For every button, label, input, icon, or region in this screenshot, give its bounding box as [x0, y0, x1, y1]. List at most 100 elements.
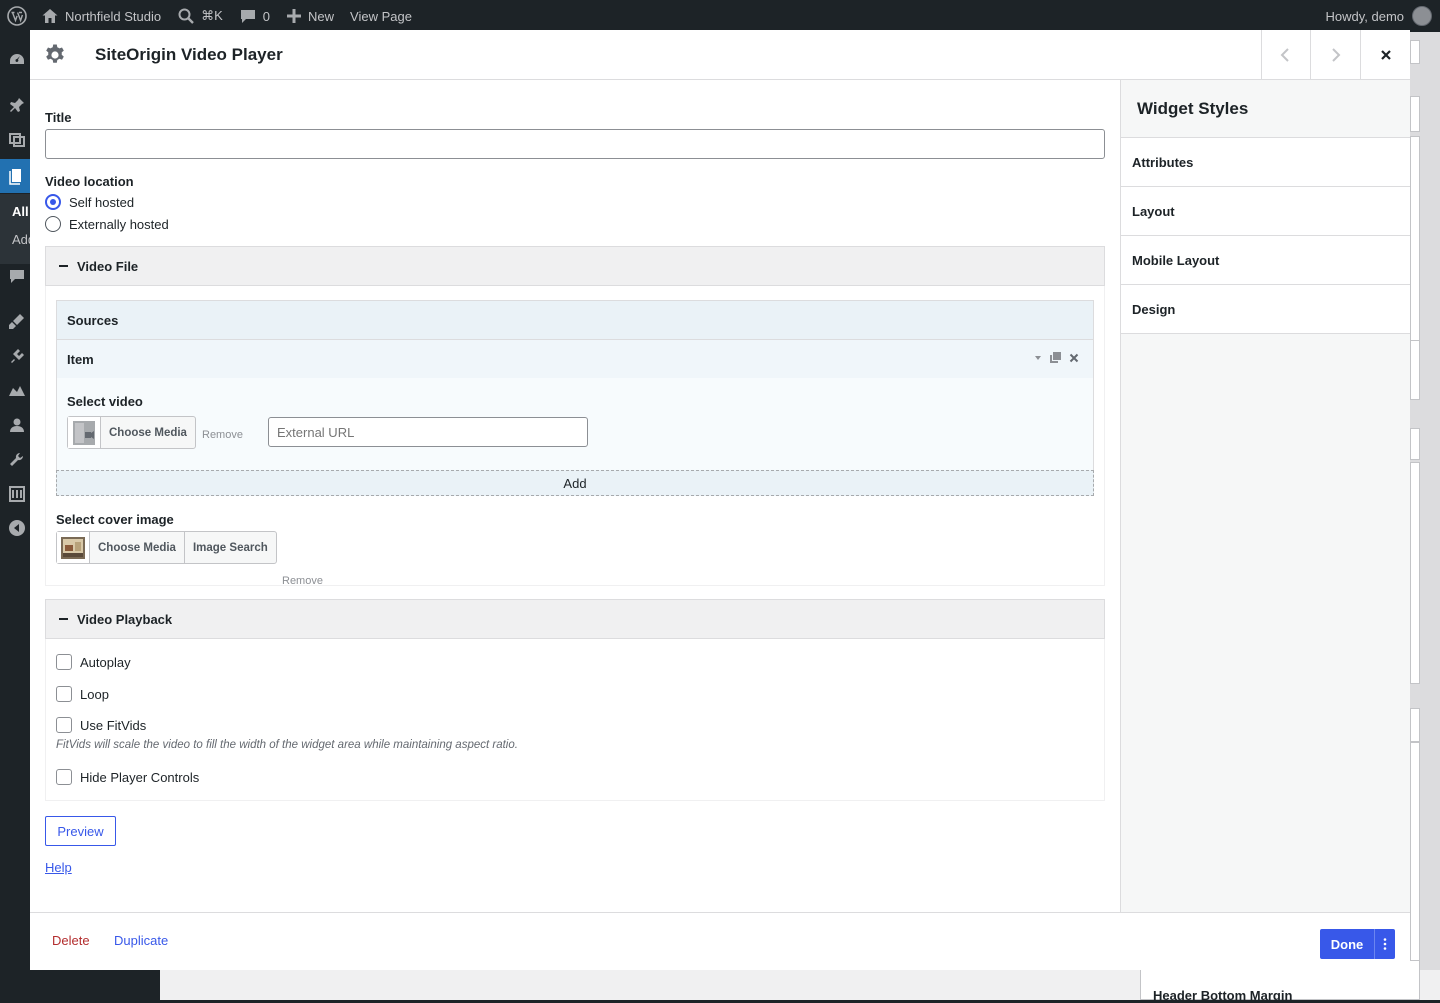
video-file-icon: [73, 420, 95, 445]
close-button[interactable]: [1360, 30, 1410, 79]
select-video-label: Select video: [67, 394, 143, 409]
plus-icon: [287, 9, 302, 23]
add-source-button[interactable]: Add: [56, 470, 1094, 496]
done-button[interactable]: Done: [1320, 929, 1374, 959]
new-label: New: [308, 8, 335, 24]
search-icon: [178, 8, 194, 24]
cover-media-selector: Choose Media Image Search: [56, 531, 277, 564]
duplicate-link[interactable]: Duplicate: [114, 933, 168, 948]
submenu-all[interactable]: All: [12, 204, 29, 219]
widget-styles-sidebar: Widget Styles Attributes Layout Mobile L…: [1120, 80, 1410, 912]
wordpress-logo[interactable]: [0, 0, 33, 32]
elements-icon[interactable]: [8, 382, 26, 400]
sidebar-item-design[interactable]: Design: [1121, 285, 1410, 334]
add-label: Add: [563, 475, 587, 491]
checkbox-label: Autoplay: [80, 654, 131, 670]
choose-media-button[interactable]: Choose Media: [101, 417, 195, 448]
radio-button-checked[interactable]: [45, 194, 61, 210]
cover-thumbnail: [57, 532, 90, 563]
dashboard-icon[interactable]: [8, 51, 26, 69]
dialog-footer: Delete Duplicate Done: [30, 912, 1410, 970]
user-menu[interactable]: Howdy, demo: [1325, 6, 1440, 26]
image-file-icon: [61, 536, 85, 559]
checkbox-label: Hide Player Controls: [80, 769, 200, 785]
kebab-menu-icon: [1383, 938, 1387, 950]
section-title: Video File: [77, 258, 139, 274]
plugins-icon[interactable]: [8, 347, 26, 365]
hide-controls-checkbox[interactable]: [56, 769, 72, 785]
bg-card: [1410, 40, 1420, 64]
choose-cover-media-button[interactable]: Choose Media: [90, 532, 185, 563]
video-thumbnail: [68, 417, 101, 448]
help-link[interactable]: Help: [45, 860, 72, 875]
external-url-input[interactable]: [268, 417, 588, 447]
video-media-selector: Choose Media: [67, 416, 196, 449]
radio-self-hosted[interactable]: Self hosted: [45, 194, 134, 210]
cover-image-label: Select cover image: [56, 512, 174, 527]
bg-card: [1410, 462, 1420, 684]
loop-option[interactable]: Loop: [56, 686, 109, 702]
section-title: Video Playback: [77, 611, 173, 627]
remove-video-link[interactable]: Remove: [202, 429, 243, 441]
item-label: Item: [67, 351, 94, 367]
more-options-button[interactable]: [1374, 929, 1395, 959]
collapse-icon: [59, 618, 68, 620]
remove-cover-link[interactable]: Remove: [282, 575, 323, 587]
dialog-title: SiteOrigin Video Player: [95, 45, 283, 64]
users-icon[interactable]: [8, 416, 26, 434]
radio-label: Self hosted: [69, 194, 135, 210]
sidebar-item-attributes[interactable]: Attributes: [1121, 138, 1410, 187]
radio-label: Externally hosted: [69, 216, 169, 232]
comments-menu-icon[interactable]: [8, 267, 26, 285]
bg-card: [1410, 742, 1420, 970]
video-file-section-toggle[interactable]: Video File: [45, 246, 1105, 286]
search-shortcut[interactable]: ⌘K: [169, 0, 231, 32]
previous-button[interactable]: [1261, 30, 1310, 79]
gear-icon: [46, 44, 64, 63]
title-label: Title: [45, 110, 72, 125]
video-playback-section-toggle[interactable]: Video Playback: [45, 599, 1105, 639]
site-name-link[interactable]: Northfield Studio: [33, 0, 169, 32]
image-search-button[interactable]: Image Search: [185, 532, 276, 563]
preview-button[interactable]: Preview: [45, 816, 116, 846]
settings-menu-icon[interactable]: [8, 485, 26, 503]
autoplay-option[interactable]: Autoplay: [56, 654, 131, 670]
duplicate-icon[interactable]: [1050, 352, 1061, 363]
view-page-link[interactable]: View Page: [342, 0, 420, 32]
fitvids-checkbox[interactable]: [56, 717, 72, 733]
tools-icon[interactable]: [8, 451, 26, 469]
shortcut-label: ⌘K: [201, 8, 223, 23]
checkbox-label: Use FitVids: [80, 717, 147, 733]
loop-checkbox[interactable]: [56, 686, 72, 702]
appearance-icon[interactable]: [8, 312, 26, 330]
comment-icon: [240, 10, 255, 23]
remove-icon[interactable]: [1069, 353, 1079, 363]
sidebar-item-layout[interactable]: Layout: [1121, 187, 1410, 236]
dialog-titlebar: SiteOrigin Video Player: [30, 30, 1410, 80]
pin-icon[interactable]: [8, 96, 26, 114]
title-input[interactable]: [45, 129, 1105, 159]
media-icon[interactable]: [8, 131, 26, 149]
repeater-item-header[interactable]: Item: [56, 340, 1094, 378]
widget-form: Title Video location Self hosted Externa…: [30, 80, 1120, 912]
greeting: Howdy, demo: [1325, 8, 1404, 24]
bg-card: [1410, 428, 1420, 460]
collapse-menu-icon[interactable]: [8, 519, 26, 537]
video-playback-section: [45, 639, 1105, 801]
comments-link[interactable]: 0: [231, 0, 278, 32]
bg-card: [1410, 340, 1420, 400]
site-name: Northfield Studio: [65, 8, 162, 24]
delete-link[interactable]: Delete: [52, 933, 90, 948]
sidebar-item-mobile-layout[interactable]: Mobile Layout: [1121, 236, 1410, 285]
fitvids-option[interactable]: Use FitVids: [56, 717, 146, 733]
chevron-left-icon: [1280, 47, 1289, 62]
comments-count: 0: [262, 8, 271, 24]
hide-controls-option[interactable]: Hide Player Controls: [56, 769, 199, 785]
radio-button[interactable]: [45, 216, 61, 232]
expand-arrow-icon[interactable]: [1034, 354, 1042, 362]
radio-externally-hosted[interactable]: Externally hosted: [45, 216, 169, 232]
autoplay-checkbox[interactable]: [56, 654, 72, 670]
bg-card: [1410, 96, 1420, 132]
next-button[interactable]: [1310, 30, 1359, 79]
new-content-link[interactable]: New: [278, 0, 342, 32]
